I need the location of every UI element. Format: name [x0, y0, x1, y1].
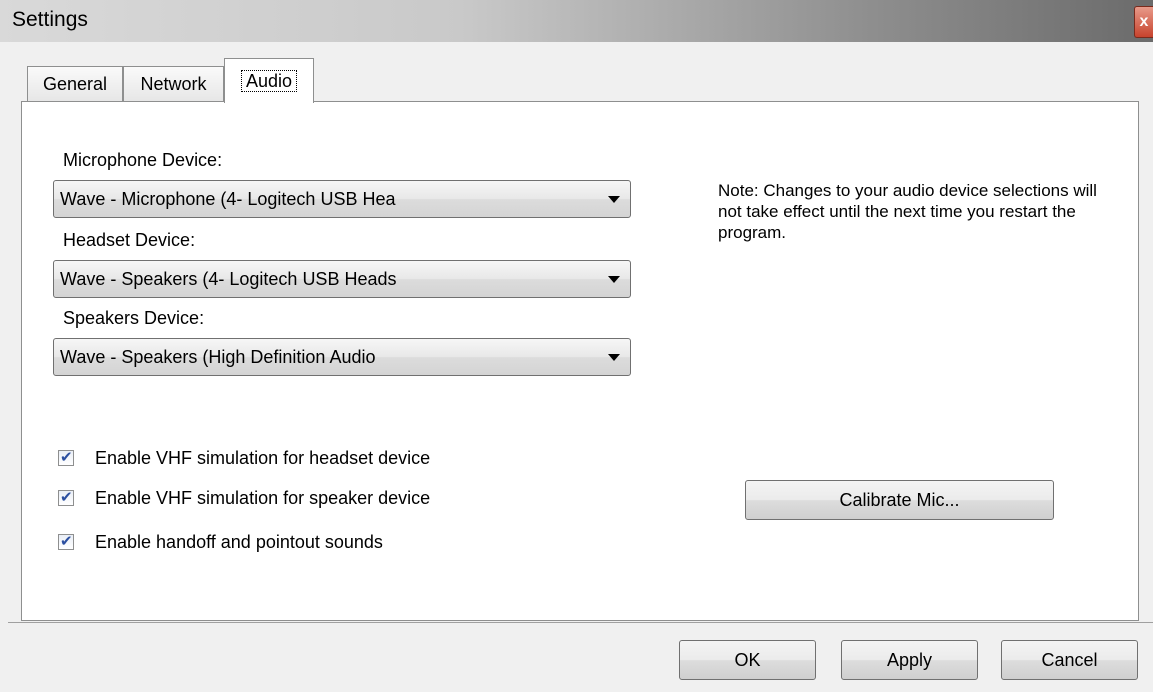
- vhf-headset-checkbox[interactable]: ✔ Enable VHF simulation for headset devi…: [58, 446, 430, 470]
- speakers-device-select[interactable]: Wave - Speakers (High Definition Audio: [53, 338, 631, 376]
- apply-button[interactable]: Apply: [841, 640, 978, 680]
- tab-general-label: General: [42, 74, 108, 94]
- chevron-down-icon: [608, 354, 620, 361]
- headset-device-select[interactable]: Wave - Speakers (4- Logitech USB Heads: [53, 260, 631, 298]
- microphone-device-select[interactable]: Wave - Microphone (4- Logitech USB Hea: [53, 180, 631, 218]
- handoff-sounds-checkbox[interactable]: ✔ Enable handoff and pointout sounds: [58, 530, 383, 554]
- checkbox[interactable]: ✔: [58, 449, 74, 466]
- tab-general[interactable]: General: [27, 66, 123, 102]
- checkbox[interactable]: ✔: [58, 533, 74, 550]
- checkmark-icon: ✔: [60, 533, 73, 550]
- microphone-device-label: Microphone Device:: [63, 150, 223, 170]
- divider: [8, 622, 1153, 623]
- close-icon[interactable]: x: [1134, 6, 1153, 38]
- ok-button[interactable]: OK: [679, 640, 816, 680]
- microphone-device-value: Wave - Microphone (4- Logitech USB Hea: [60, 188, 396, 209]
- vhf-headset-label: Enable VHF simulation for headset device: [95, 447, 431, 468]
- tab-audio[interactable]: Audio: [224, 58, 314, 103]
- tab-network-label: Network: [140, 74, 207, 94]
- window-title: Settings: [12, 8, 88, 31]
- vhf-speaker-checkbox[interactable]: ✔ Enable VHF simulation for speaker devi…: [58, 486, 430, 510]
- tab-audio-label: Audio: [240, 70, 298, 92]
- checkbox[interactable]: ✔: [58, 489, 74, 506]
- checkmark-icon: ✔: [60, 449, 73, 466]
- headset-device-value: Wave - Speakers (4- Logitech USB Heads: [60, 268, 397, 289]
- cancel-button[interactable]: Cancel: [1001, 640, 1138, 680]
- chevron-down-icon: [608, 276, 620, 283]
- tab-network[interactable]: Network: [123, 66, 224, 102]
- restart-note: Note: Changes to your audio device selec…: [718, 181, 1097, 242]
- speakers-device-value: Wave - Speakers (High Definition Audio: [60, 346, 376, 367]
- settings-dialog: Settings x General Network Audio Microph…: [0, 0, 1153, 692]
- headset-device-label: Headset Device:: [63, 230, 196, 250]
- calibrate-mic-button[interactable]: Calibrate Mic...: [745, 480, 1054, 520]
- checkmark-icon: ✔: [60, 489, 73, 506]
- vhf-speaker-label: Enable VHF simulation for speaker device: [95, 487, 431, 508]
- chevron-down-icon: [608, 196, 620, 203]
- title-bar[interactable]: Settings x: [0, 0, 1153, 42]
- speakers-device-label: Speakers Device:: [63, 308, 205, 328]
- handoff-sounds-label: Enable handoff and pointout sounds: [95, 531, 383, 552]
